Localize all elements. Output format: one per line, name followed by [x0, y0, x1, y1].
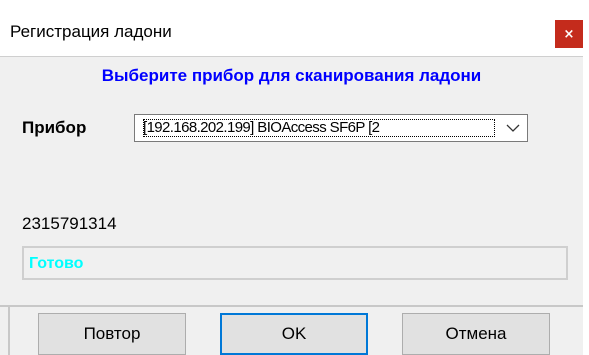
- window-title: Регистрация ладони: [10, 22, 172, 41]
- device-select[interactable]: [192.168.202.199] BIOAccess SF6P [2: [134, 114, 528, 142]
- device-label: Прибор: [22, 118, 87, 137]
- close-button[interactable]: ×: [555, 20, 583, 48]
- chevron-down-icon: [506, 124, 520, 132]
- instruction-heading: Выберите прибор для сканирования ладони: [101, 66, 482, 85]
- window-right-edge: [583, 56, 589, 355]
- ok-button[interactable]: OK: [220, 313, 368, 355]
- device-select-value: [192.168.202.199] BIOAccess SF6P [2: [143, 119, 495, 137]
- close-icon: ×: [563, 26, 575, 42]
- title-bar[interactable]: Регистрация ладони ×: [0, 0, 589, 56]
- retry-button[interactable]: Повтор: [38, 313, 186, 355]
- status-text: Готово: [29, 255, 84, 272]
- button-bar-left-edge: [8, 305, 10, 355]
- palm-code-value: 2315791314: [22, 214, 117, 233]
- status-box: Готово: [22, 246, 568, 280]
- cancel-button[interactable]: Отмена: [402, 313, 550, 355]
